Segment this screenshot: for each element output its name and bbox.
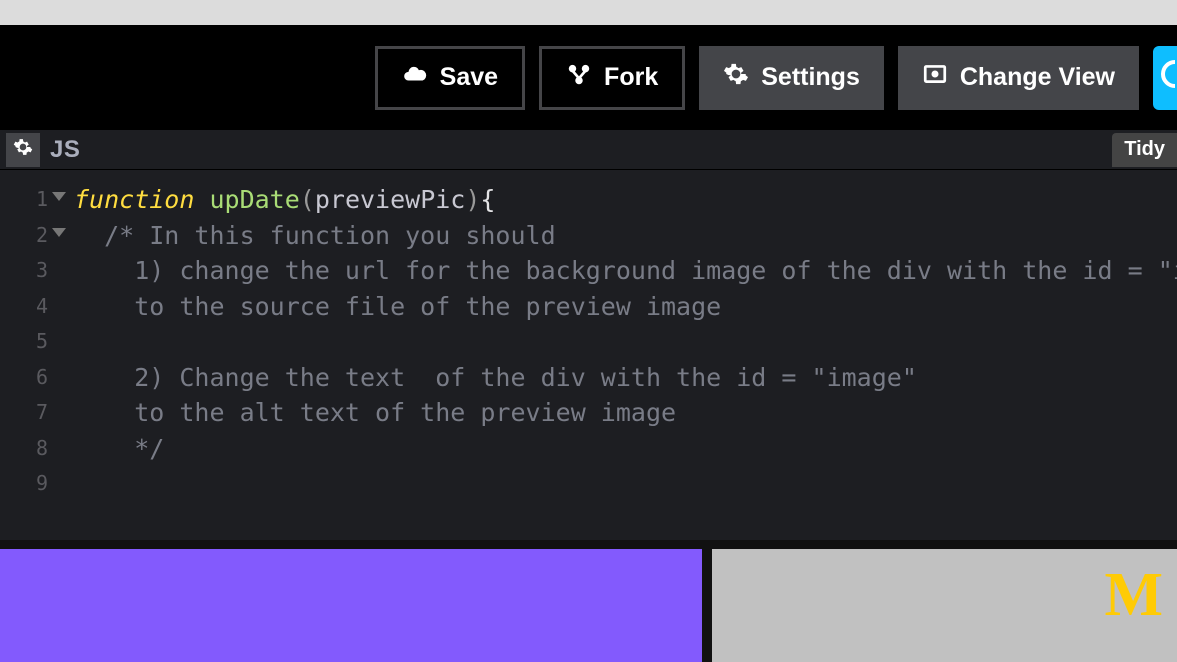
code-content[interactable]: 1) change the url for the background ima… — [54, 253, 1177, 289]
code-line[interactable]: 6 2) Change the text of the div with the… — [0, 360, 1177, 396]
save-button[interactable]: Save — [375, 46, 525, 110]
button-label: Change View — [960, 63, 1115, 92]
panel-settings-button[interactable] — [6, 133, 40, 167]
fork-button[interactable]: Fork — [539, 46, 685, 110]
tidy-button[interactable]: Tidy — [1112, 133, 1177, 167]
gear-icon — [13, 137, 33, 162]
fold-arrow-icon[interactable] — [52, 192, 66, 201]
view-icon — [922, 61, 948, 94]
code-content[interactable]: to the source file of the preview image — [54, 289, 721, 325]
fork-icon — [566, 61, 592, 94]
button-label: Fork — [604, 63, 658, 92]
line-number: 5 — [0, 324, 54, 360]
output-preview: M — [0, 540, 1177, 662]
cloud-icon — [402, 61, 428, 94]
code-line[interactable]: 7 to the alt text of the preview image — [0, 395, 1177, 431]
code-content[interactable]: /* In this function you should — [54, 218, 571, 254]
code-line[interactable]: 1function upDate(previewPic){ — [0, 182, 1177, 218]
line-number: 2 — [0, 218, 54, 254]
preview-pane-left[interactable] — [0, 549, 702, 662]
michigan-logo: M — [1104, 571, 1155, 621]
code-content[interactable]: */ — [54, 431, 164, 467]
code-content[interactable]: 2) Change the text of the div with the i… — [54, 360, 932, 396]
line-number: 7 — [0, 395, 54, 431]
code-line[interactable]: 8 */ — [0, 431, 1177, 467]
js-panel-header: JS Tidy — [0, 130, 1177, 170]
preview-pane-right[interactable]: M — [712, 549, 1177, 662]
code-content[interactable]: to the alt text of the preview image — [54, 395, 676, 431]
code-line[interactable]: 4 to the source file of the preview imag… — [0, 289, 1177, 325]
code-editor[interactable]: 1function upDate(previewPic){2 /* In thi… — [0, 170, 1177, 540]
line-number: 1 — [0, 182, 54, 218]
partial-icon — [1155, 56, 1175, 99]
line-number: 9 — [0, 466, 54, 502]
fold-arrow-icon[interactable] — [52, 228, 66, 237]
window-title-bar — [0, 0, 1177, 25]
code-line[interactable]: 3 1) change the url for the background i… — [0, 253, 1177, 289]
panel-language-label: JS — [50, 136, 80, 164]
button-label: Save — [440, 63, 498, 92]
gear-icon — [723, 61, 749, 94]
truncated-button[interactable] — [1153, 46, 1177, 110]
code-line[interactable]: 2 /* In this function you should — [0, 218, 1177, 254]
button-label: Settings — [761, 63, 860, 92]
line-number: 4 — [0, 289, 54, 325]
settings-button[interactable]: Settings — [699, 46, 884, 110]
line-number: 8 — [0, 431, 54, 467]
code-line[interactable]: 5 — [0, 324, 1177, 360]
code-line[interactable]: 9 — [0, 466, 1177, 502]
line-number: 3 — [0, 253, 54, 289]
code-content[interactable]: function upDate(previewPic){ — [54, 182, 495, 218]
top-toolbar: Save Fork Settings Change View — [0, 25, 1177, 130]
line-number: 6 — [0, 360, 54, 396]
change-view-button[interactable]: Change View — [898, 46, 1139, 110]
